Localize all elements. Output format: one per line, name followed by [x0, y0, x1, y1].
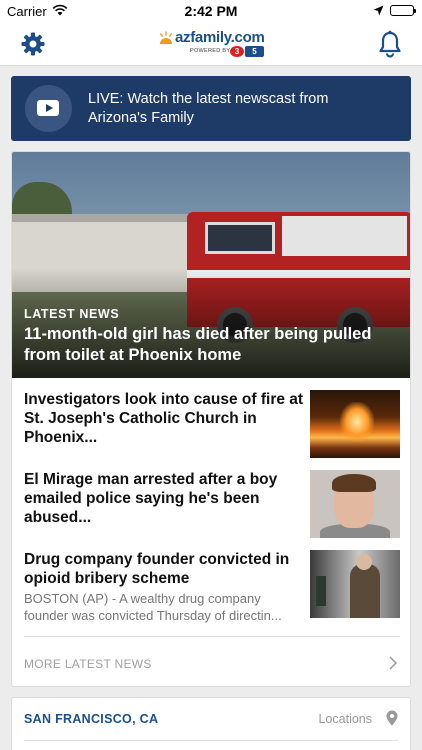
live-banner-text: LIVE: Watch the latest newscast from Ari… — [88, 91, 329, 126]
story-title: Drug company founder convicted in opioid… — [24, 551, 290, 587]
play-icon — [25, 85, 72, 132]
mugshot-thumbnail — [310, 470, 400, 538]
location-arrow-icon — [373, 4, 384, 19]
divider — [24, 740, 398, 741]
featured-story[interactable]: LATEST NEWS 11-month-old girl has died a… — [12, 152, 410, 378]
azfamily-logo: azfamily.com POWERED BY 3 5 — [158, 28, 266, 60]
top-nav-bar: azfamily.com POWERED BY 3 5 — [0, 22, 422, 66]
list-item[interactable]: Drug company founder convicted in opioid… — [24, 550, 400, 623]
gear-icon[interactable] — [20, 31, 46, 57]
weather-location-card: SAN FRANCISCO, CA Locations — [11, 697, 411, 750]
featured-headline: 11-month-old girl has died after being p… — [24, 325, 372, 364]
featured-kicker: LATEST NEWS — [24, 307, 120, 321]
map-pin-icon[interactable] — [386, 710, 398, 726]
list-item[interactable]: Investigators look into cause of fire at… — [24, 390, 400, 462]
live-newscast-banner[interactable]: LIVE: Watch the latest newscast from Ari… — [11, 76, 411, 141]
bell-icon[interactable] — [378, 30, 402, 58]
city-label: SAN FRANCISCO, CA — [24, 712, 159, 726]
story-summary: BOSTON (AP) - A wealthy drug company fou… — [24, 591, 282, 623]
story-title: El Mirage man arrested after a boy email… — [24, 471, 278, 526]
courthouse-thumbnail — [310, 550, 400, 618]
church-fire-thumbnail — [310, 390, 400, 458]
channel-5-badge: 5 — [245, 46, 264, 57]
story-title: Investigators look into cause of fire at… — [24, 391, 304, 446]
logo-wordmark: azfamily.com — [175, 29, 265, 46]
status-bar: Carrier 2:42 PM — [0, 0, 422, 22]
channel-3-badge: 3 — [230, 46, 244, 57]
logo-powered-by: POWERED BY — [190, 48, 231, 54]
more-latest-news-label: MORE LATEST NEWS — [24, 657, 152, 671]
list-item[interactable]: El Mirage man arrested after a boy email… — [24, 470, 400, 542]
battery-icon — [390, 5, 416, 16]
sun-logo-icon — [158, 31, 174, 45]
more-latest-news-link[interactable]: MORE LATEST NEWS — [24, 636, 400, 686]
latest-news-card: LATEST NEWS 11-month-old girl has died a… — [11, 151, 411, 687]
clock: 2:42 PM — [184, 3, 238, 19]
chevron-right-icon — [388, 656, 398, 670]
locations-button[interactable]: Locations — [318, 712, 372, 726]
